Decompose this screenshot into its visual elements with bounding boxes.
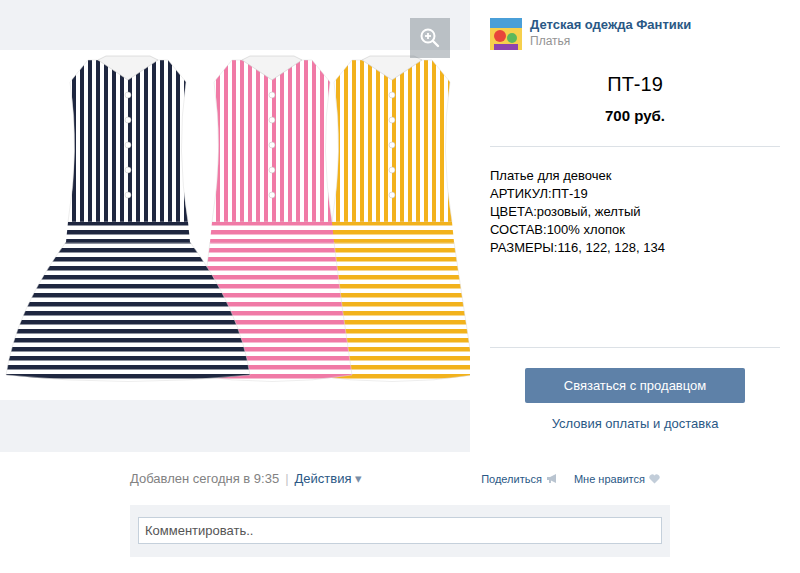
shop-name[interactable]: Детская одежда Фантики	[530, 16, 691, 33]
zoom-button[interactable]	[410, 18, 450, 58]
product-description: Платье для девочекАРТИКУЛ:ПТ-19ЦВЕТА:роз…	[490, 147, 780, 348]
megaphone-icon	[546, 473, 558, 484]
shop-category[interactable]: Платья	[530, 33, 691, 50]
description-line: АРТИКУЛ:ПТ-19	[490, 185, 780, 203]
photo-area	[0, 0, 470, 452]
shop-logo-icon[interactable]	[490, 18, 522, 50]
dress	[6, 56, 250, 382]
product-page: Детская одежда Фантики Платья ПТ-19 700 …	[0, 0, 800, 573]
product-photo[interactable]	[0, 50, 470, 400]
like-button[interactable]: Мне нравится	[574, 473, 660, 485]
description-line: Платье для девочек	[490, 167, 780, 185]
dresses-image	[0, 50, 470, 400]
product-section: Детская одежда Фантики Платья ПТ-19 700 …	[0, 0, 800, 452]
description-line: СОСТАВ:100% хлопок	[490, 221, 780, 239]
terms-link[interactable]: Условия оплаты и доставка	[552, 416, 719, 431]
added-date: Добавлен сегодня в 9:35	[130, 471, 279, 486]
zoom-icon	[419, 27, 441, 49]
shop-header: Детская одежда Фантики Платья	[490, 16, 780, 50]
contact-seller-button[interactable]: Связаться с продавцом	[525, 368, 745, 403]
comment-area: Комментировать..	[130, 505, 670, 557]
product-title: ПТ-19	[490, 72, 780, 96]
actions-menu[interactable]: Действия ▾	[295, 471, 362, 486]
description-line: РАЗМЕРЫ:116, 122, 128, 134	[490, 239, 780, 257]
description-line: ЦВЕТА:розовый, желтый	[490, 203, 780, 221]
meta-row: Добавлен сегодня в 9:35 | Действия ▾ Под…	[130, 452, 670, 505]
share-button[interactable]: Поделиться	[481, 473, 558, 485]
separator: |	[285, 471, 288, 486]
info-panel: Детская одежда Фантики Платья ПТ-19 700 …	[470, 0, 800, 452]
product-price: 700 руб.	[490, 106, 780, 147]
heart-icon	[649, 474, 660, 484]
comment-input[interactable]: Комментировать..	[138, 517, 662, 544]
